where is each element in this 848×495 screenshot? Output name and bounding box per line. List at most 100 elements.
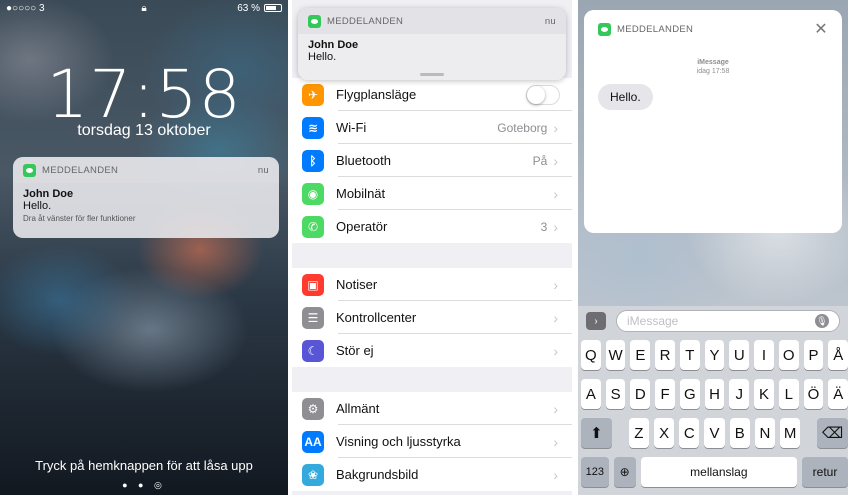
settings-row-label: Allmänt — [336, 401, 380, 416]
display-icon: AA — [302, 430, 324, 453]
key-m[interactable]: M — [780, 418, 801, 448]
chevron-right-icon: › — [553, 152, 558, 169]
banner-app-name: MEDDELANDEN — [327, 15, 404, 27]
key-r[interactable]: R — [655, 340, 675, 370]
key-ö[interactable]: Ö — [803, 379, 824, 409]
key-y[interactable]: Y — [704, 340, 725, 370]
key-v[interactable]: V — [704, 418, 725, 448]
settings-row[interactable]: ᛒ Bluetooth På › — [292, 144, 572, 177]
settings-row[interactable]: ▣ Notiser › — [292, 268, 572, 301]
settings-group-general: ⚙ Allmänt › AA Visning och ljusstyrka › ❀ Bakgr… — [292, 392, 572, 491]
chevron-right-icon: › — [553, 433, 558, 450]
close-icon[interactable]: ✕ — [814, 19, 828, 39]
banner-grabber[interactable] — [420, 73, 444, 76]
status-bar: ●○○○○ 3 🔒︎ 63 % — [0, 0, 288, 16]
key-å[interactable]: Å — [828, 340, 848, 370]
gear-icon: ⚙ — [302, 397, 324, 420]
key-i[interactable]: I — [754, 340, 774, 370]
card-app-name: MEDDELANDEN — [617, 23, 694, 35]
chevron-right-icon: › — [553, 119, 558, 136]
return-key[interactable]: retur — [802, 457, 848, 487]
message-service: iMessage — [697, 59, 729, 66]
key-a[interactable]: A — [581, 379, 601, 409]
key-u[interactable]: U — [729, 340, 750, 370]
settings-row-label: Bakgrundsbild — [336, 467, 419, 482]
control-center-icon: ☰ — [302, 306, 324, 329]
settings-row[interactable]: ☾ Stör ej › — [292, 334, 572, 367]
microphone-icon[interactable]: 🎙︎ — [815, 314, 829, 328]
settings-list: ✈ Flygplansläge ≋ Wi-Fi Goteborg › ᛒ Bluetooth P… — [292, 78, 572, 491]
settings-row[interactable]: ⚙ Allmänt › — [292, 392, 572, 425]
key-e[interactable]: E — [630, 340, 651, 370]
chevron-right-icon: › — [553, 466, 558, 483]
key-n[interactable]: N — [754, 418, 775, 448]
banner-time: nu — [544, 15, 556, 27]
message-input-placeholder: iMessage — [627, 314, 679, 328]
settings-row[interactable]: ✈ Flygplansläge — [292, 78, 572, 111]
settings-row-label: Bluetooth — [336, 153, 391, 168]
key-g[interactable]: G — [679, 379, 700, 409]
key-w[interactable]: W — [605, 340, 626, 370]
key-p[interactable]: P — [803, 340, 824, 370]
settings-row[interactable]: ❀ Bakgrundsbild › — [292, 458, 572, 491]
key-s[interactable]: S — [605, 379, 626, 409]
settings-row-value: På — [532, 153, 548, 168]
wifi-icon: ≋ — [302, 116, 324, 139]
banner-sender: John Doe — [308, 39, 359, 51]
lock-icon: 🔒︎ — [141, 2, 147, 14]
banner-message: Hello. — [308, 51, 337, 63]
settings-row-label: Visning och ljusstyrka — [336, 434, 461, 449]
key-h[interactable]: H — [704, 379, 725, 409]
key-d[interactable]: D — [630, 379, 651, 409]
message-bubble: Hello. — [598, 84, 653, 110]
battery-icon — [264, 4, 282, 12]
settings-row[interactable]: ≋ Wi-Fi Goteborg › — [292, 111, 572, 144]
key-ä[interactable]: Ä — [828, 379, 848, 409]
message-input[interactable]: iMessage 🎙︎ — [616, 310, 840, 332]
settings-group-notifications: ▣ Notiser › ☰ Kontrollcenter › ☾ Stör ej › — [292, 268, 572, 367]
backspace-icon[interactable]: ⌫ — [817, 418, 848, 448]
key-f[interactable]: F — [655, 379, 675, 409]
key-j[interactable]: J — [729, 379, 750, 409]
shift-key[interactable]: ⬆ — [581, 418, 612, 448]
airplane-mode-toggle[interactable] — [526, 84, 560, 105]
settings-row-label: Wi-Fi — [336, 120, 367, 135]
settings-row[interactable]: ✆ Operatör 3 › — [292, 210, 572, 243]
chevron-right-icon: › — [553, 400, 558, 417]
settings-screen: MEDDELANDEN nu John Doe Hello. ✈ Flygplan… — [292, 0, 572, 495]
globe-icon[interactable]: ⊕ — [613, 457, 636, 487]
key-z[interactable]: Z — [628, 418, 649, 448]
key-c[interactable]: C — [679, 418, 700, 448]
settings-row-value: Goteborg — [497, 120, 548, 135]
keyboard: QWERTYUIOPÅ ASDFGHJKLÖÄ ⬆ Z X C V B N M ⌫ 123 ⊕… — [578, 336, 848, 495]
key-o[interactable]: O — [778, 340, 799, 370]
page-indicator: ● ● ◎ — [122, 480, 166, 490]
key-l[interactable]: L — [778, 379, 799, 409]
message-reply-screen: MEDDELANDEN ✕ iMessage idag 17:58 Hello.… — [578, 0, 848, 495]
unlock-hint: Tryck på hemknappen för att låsa upp — [35, 458, 253, 473]
key-x[interactable]: X — [653, 418, 675, 448]
settings-row-label: Operatör — [336, 219, 388, 234]
settings-row[interactable]: AA Visning och ljusstyrka › — [292, 425, 572, 458]
messages-app-icon — [23, 163, 36, 177]
moon-icon: ☾ — [302, 339, 324, 362]
settings-row-label: Stör ej — [336, 343, 374, 358]
space-key[interactable]: mellanslag — [640, 457, 798, 487]
airplane-icon: ✈ — [302, 83, 324, 106]
lock-date: torsdag 13 oktober — [77, 122, 211, 139]
settings-row[interactable]: ◉ Mobilnät › — [292, 177, 572, 210]
numbers-key[interactable]: 123 — [581, 457, 609, 487]
banner-notification[interactable]: MEDDELANDEN nu John Doe Hello. — [298, 8, 566, 80]
key-k[interactable]: K — [754, 379, 774, 409]
lock-notification[interactable]: MEDDELANDEN nu John Doe Hello. Dra åt vä… — [13, 157, 279, 238]
key-b[interactable]: B — [729, 418, 750, 448]
key-q[interactable]: Q — [581, 340, 601, 370]
lock-screen: ●○○○○ 3 🔒︎ 63 % 17:58 torsdag 13 oktober… — [0, 0, 288, 495]
cellular-icon: ◉ — [302, 182, 324, 205]
apps-toggle-button[interactable]: › — [586, 312, 606, 330]
notification-hint: Dra åt vänster för fler funktioner — [23, 214, 136, 223]
key-t[interactable]: T — [679, 340, 700, 370]
wallpaper-icon: ❀ — [302, 463, 324, 486]
settings-row[interactable]: ☰ Kontrollcenter › — [292, 301, 572, 334]
chevron-right-icon: › — [553, 218, 558, 235]
